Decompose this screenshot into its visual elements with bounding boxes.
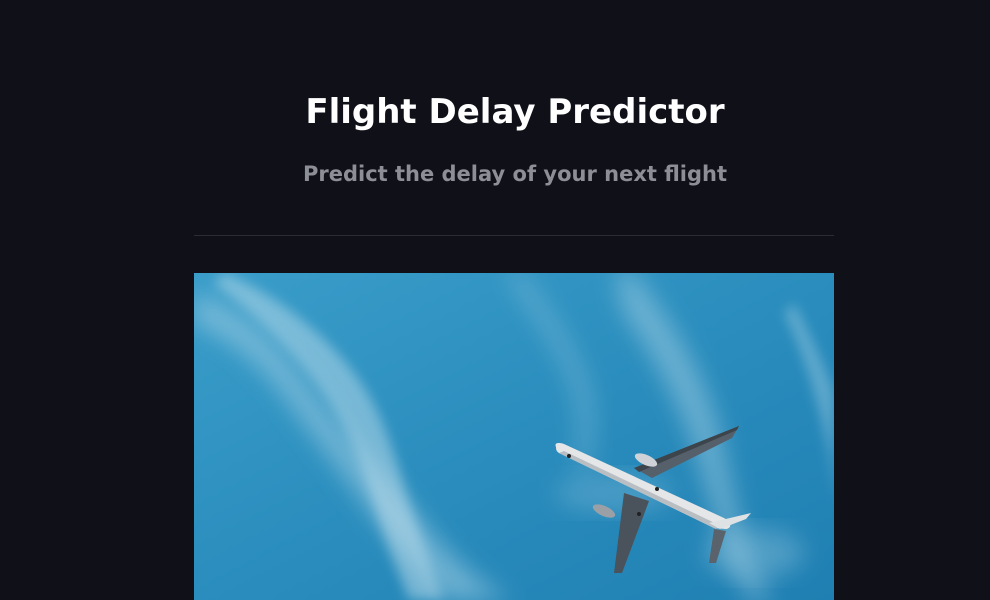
airplane-in-sky-photo — [194, 273, 834, 600]
app-page: Flight Delay Predictor Predict the delay… — [0, 0, 990, 600]
page-title: Flight Delay Predictor — [305, 92, 725, 132]
header-divider — [194, 235, 834, 236]
page-subtitle: Predict the delay of your next flight — [302, 162, 728, 186]
hero-image — [194, 273, 834, 600]
